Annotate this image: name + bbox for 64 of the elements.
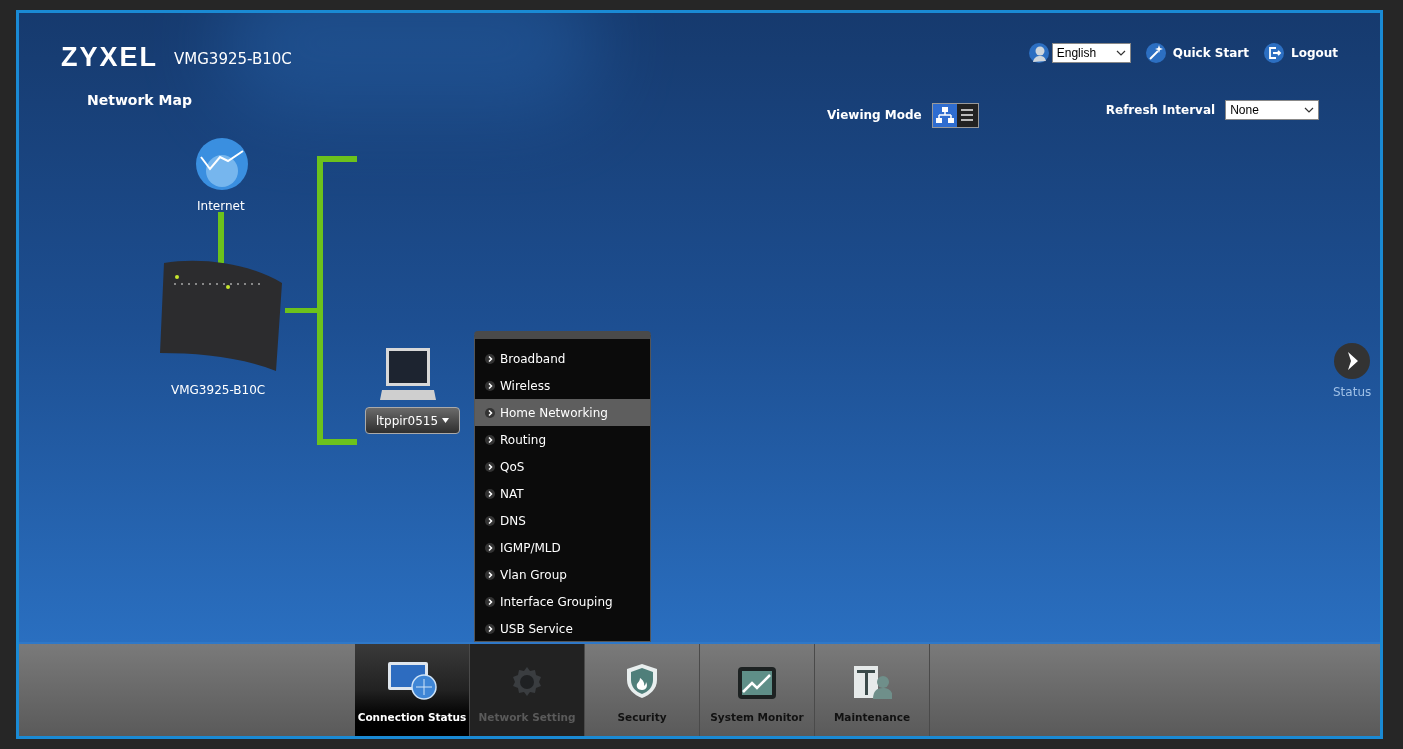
internet-label: Internet xyxy=(197,198,245,215)
router-label: VMG3925-B10C xyxy=(171,382,266,399)
menu-item[interactable]: Home Networking xyxy=(475,399,650,426)
chevron-right-icon xyxy=(485,353,495,364)
menu-item[interactable]: NAT xyxy=(475,480,650,507)
menu-item-label: Interface Grouping xyxy=(500,593,613,611)
caret-icon xyxy=(442,418,450,423)
model-name: VMG3925-B10C xyxy=(174,48,292,70)
logout-icon xyxy=(1263,42,1285,64)
page-title: Network Map xyxy=(87,90,193,110)
refresh-interval-select[interactable]: None xyxy=(1225,99,1320,120)
device-button[interactable]: ltppir0515 xyxy=(365,407,461,434)
menu-item[interactable]: Interface Grouping xyxy=(475,588,650,615)
chevron-right-icon xyxy=(485,515,495,526)
chevron-right-icon xyxy=(485,542,495,553)
menu-item-label: QoS xyxy=(500,458,525,476)
menu-item-label: Home Networking xyxy=(500,404,608,422)
menu-item-label: Vlan Group xyxy=(500,566,567,584)
menu-item-label: Wireless xyxy=(500,377,551,395)
chevron-right-icon xyxy=(485,407,495,418)
list-icon xyxy=(959,107,976,123)
magic-wand-icon xyxy=(1144,42,1167,64)
chevron-right-icon xyxy=(485,488,495,499)
menu-item-label: Broadband xyxy=(500,350,566,368)
person-icon xyxy=(1027,42,1050,64)
menu-item-label: Routing xyxy=(500,431,546,449)
menu-item-label: DNS xyxy=(500,512,526,530)
menu-item[interactable]: DNS xyxy=(475,507,650,534)
menu-item[interactable]: QoS xyxy=(475,453,650,480)
chevron-right-icon xyxy=(485,596,495,607)
menu-item[interactable]: IGMP/MLD xyxy=(475,534,650,561)
chevron-right-icon xyxy=(485,380,495,391)
laptop-icon xyxy=(380,348,436,401)
chevron-right-icon xyxy=(485,569,495,580)
chevron-down-icon xyxy=(1115,50,1126,56)
menu-item[interactable]: Broadband xyxy=(475,345,650,372)
menu-item-label: USB Service xyxy=(500,620,573,638)
brand-logo: ZYXEL xyxy=(61,41,158,74)
viewing-mode-label: Viewing Mode xyxy=(827,107,922,124)
nav-tab[interactable]: Connection Status xyxy=(355,644,470,736)
menu-item[interactable]: USB Service xyxy=(475,615,650,642)
menu-item[interactable]: Vlan Group xyxy=(475,561,650,588)
chevron-down-icon xyxy=(1304,106,1315,113)
cabinet-person-icon xyxy=(852,664,892,701)
chevron-right-icon xyxy=(485,461,495,472)
network-tree-icon xyxy=(935,106,954,124)
menu-item[interactable]: Wireless xyxy=(475,372,650,399)
monitor-globe-icon xyxy=(386,660,438,701)
menu-item[interactable]: Routing xyxy=(475,426,650,453)
chart-monitor-icon xyxy=(737,666,777,701)
chevron-right-icon[interactable] xyxy=(1334,343,1371,379)
shield-icon xyxy=(624,662,660,701)
menu-item-label: NAT xyxy=(500,485,524,503)
list-view-button[interactable] xyxy=(956,103,978,127)
quick-start-link[interactable]: Quick Start xyxy=(1172,44,1249,62)
chevron-right-icon xyxy=(485,434,495,445)
status-label: Status xyxy=(1333,384,1372,401)
logout-link[interactable]: Logout xyxy=(1291,44,1338,62)
globe-icon xyxy=(195,137,249,191)
chevron-right-icon xyxy=(485,623,495,634)
refresh-interval-label: Refresh Interval xyxy=(1105,101,1216,119)
language-select[interactable]: English xyxy=(1051,43,1131,63)
map-view-button[interactable] xyxy=(932,103,957,127)
menu-item-label: IGMP/MLD xyxy=(500,539,561,557)
